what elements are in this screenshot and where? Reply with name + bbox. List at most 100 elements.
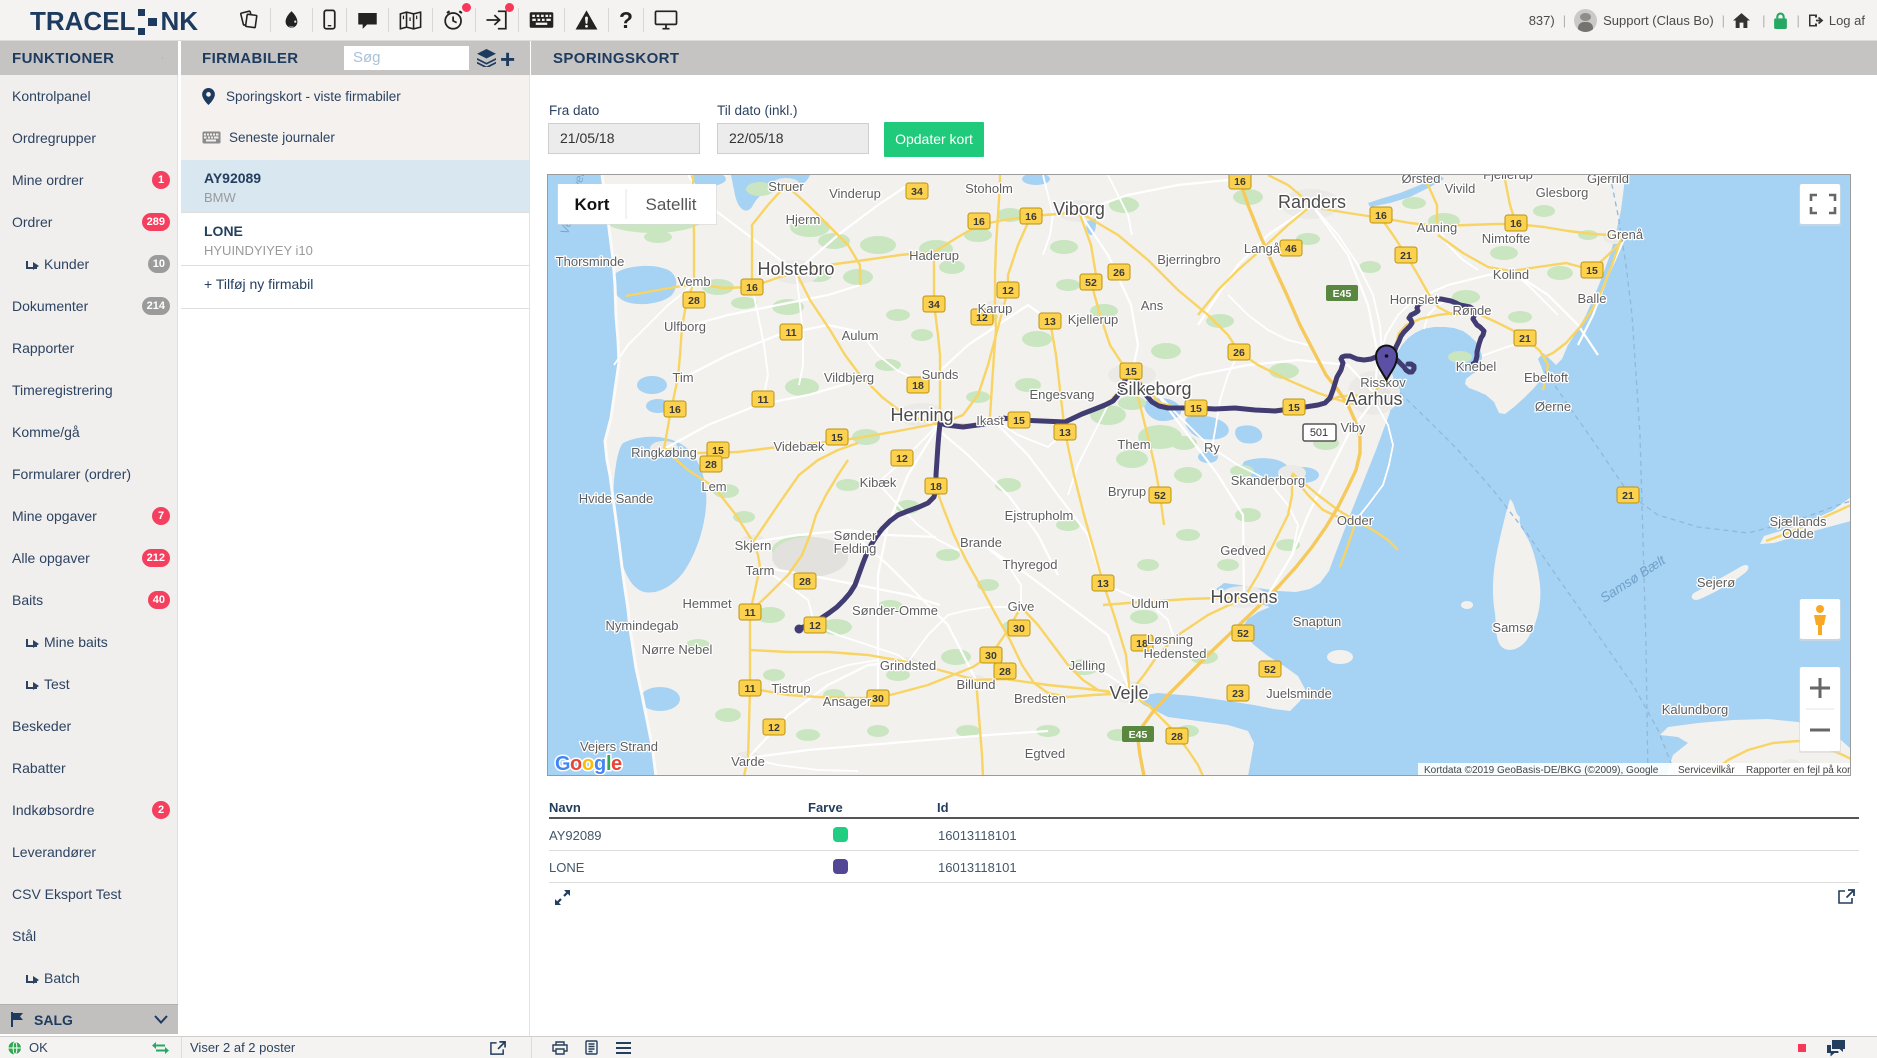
svg-text:Ansager: Ansager (823, 694, 872, 709)
svg-text:12: 12 (1002, 285, 1014, 297)
svg-text:Satellit: Satellit (645, 195, 696, 214)
svg-text:Grindsted: Grindsted (880, 658, 936, 673)
svg-text:16: 16 (746, 282, 758, 294)
svg-text:15: 15 (1190, 403, 1202, 415)
svg-text:Aarhus: Aarhus (1345, 389, 1402, 409)
svg-text:Billund: Billund (956, 677, 995, 692)
svg-text:Odde: Odde (1782, 526, 1814, 541)
svg-text:12: 12 (809, 620, 821, 632)
svg-text:Horsens: Horsens (1210, 587, 1277, 607)
svg-text:16: 16 (1025, 211, 1037, 223)
svg-text:Ry: Ry (1204, 440, 1220, 455)
svg-text:Vejers Strand: Vejers Strand (580, 739, 658, 754)
svg-text:Uldum: Uldum (1131, 596, 1169, 611)
svg-text:28: 28 (999, 666, 1011, 678)
svg-text:11: 11 (757, 394, 768, 406)
svg-text:Ulfborg: Ulfborg (664, 319, 706, 334)
svg-text:G: G (555, 753, 571, 775)
svg-text:Hvide Sande: Hvide Sande (579, 491, 653, 506)
svg-text:16: 16 (669, 404, 681, 416)
svg-text:Felding: Felding (834, 541, 877, 556)
svg-text:15: 15 (1125, 366, 1137, 378)
svg-text:Skanderborg: Skanderborg (1231, 473, 1305, 488)
svg-text:Øerne: Øerne (1535, 399, 1571, 414)
svg-text:Ikast: Ikast (976, 413, 1004, 428)
svg-text:16: 16 (1510, 218, 1522, 230)
svg-text:Kolind: Kolind (1493, 267, 1529, 282)
svg-text:Rønde: Rønde (1452, 303, 1491, 318)
svg-text:21: 21 (1519, 333, 1531, 345)
svg-text:Gjerrild: Gjerrild (1587, 175, 1629, 186)
svg-text:30: 30 (1013, 623, 1025, 635)
svg-text:Hedensted: Hedensted (1144, 646, 1207, 661)
svg-text:Them: Them (1117, 437, 1150, 452)
svg-text:Karup: Karup (978, 301, 1013, 316)
svg-text:15: 15 (1288, 402, 1300, 414)
svg-text:15: 15 (831, 432, 843, 444)
svg-text:Ebeltoft: Ebeltoft (1524, 370, 1568, 385)
svg-text:12: 12 (768, 722, 780, 734)
svg-text:21: 21 (1400, 250, 1412, 262)
svg-text:28: 28 (705, 459, 717, 471)
svg-text:Struer: Struer (768, 179, 804, 194)
svg-text:23: 23 (1232, 688, 1244, 700)
svg-text:30: 30 (872, 693, 884, 705)
svg-text:34: 34 (928, 299, 940, 311)
svg-text:Nørre Nebel: Nørre Nebel (642, 642, 713, 657)
svg-text:Risskov: Risskov (1360, 375, 1406, 390)
svg-text:13: 13 (1059, 427, 1071, 439)
svg-text:16: 16 (1375, 210, 1387, 222)
svg-text:11: 11 (785, 327, 796, 339)
svg-text:Bryrup: Bryrup (1108, 484, 1146, 499)
svg-text:15: 15 (1013, 415, 1025, 427)
svg-text:E45: E45 (1333, 288, 1352, 300)
svg-text:g: g (594, 753, 606, 775)
svg-text:Ringkøbing: Ringkøbing (631, 445, 697, 460)
svg-text:Viborg: Viborg (1053, 199, 1105, 219)
svg-text:Herning: Herning (890, 405, 953, 425)
svg-text:Holstebro: Holstebro (757, 259, 834, 279)
svg-text:Knebel: Knebel (1456, 359, 1497, 374)
svg-text:Tim: Tim (672, 370, 693, 385)
svg-text:Ejstrupholm: Ejstrupholm (1005, 508, 1074, 523)
svg-text:501: 501 (1310, 427, 1328, 439)
svg-text:Kalundborg: Kalundborg (1662, 702, 1729, 717)
svg-text:Kort: Kort (575, 195, 610, 214)
svg-text:Bredsten: Bredsten (1014, 691, 1066, 706)
svg-text:Fjellerup: Fjellerup (1483, 175, 1533, 182)
svg-text:Auning: Auning (1417, 220, 1457, 235)
svg-text:Tarm: Tarm (746, 563, 775, 578)
svg-text:52: 52 (1085, 277, 1097, 289)
svg-text:13: 13 (1097, 578, 1109, 590)
svg-text:o: o (570, 753, 582, 775)
svg-text:Aulum: Aulum (842, 328, 879, 343)
svg-text:Randers: Randers (1278, 192, 1346, 212)
svg-text:Haderup: Haderup (909, 248, 959, 263)
svg-text:E45: E45 (1129, 729, 1148, 741)
svg-text:Vejle: Vejle (1109, 683, 1148, 703)
svg-text:Sønder-Omme: Sønder-Omme (852, 603, 938, 618)
svg-text:Vinderup: Vinderup (829, 186, 881, 201)
svg-text:11: 11 (744, 607, 755, 619)
svg-text:11: 11 (744, 683, 755, 695)
svg-text:Hemmet: Hemmet (682, 596, 732, 611)
svg-text:o: o (582, 753, 594, 775)
svg-text:Odder: Odder (1337, 513, 1374, 528)
svg-text:Vemb: Vemb (677, 274, 710, 289)
svg-text:Balle: Balle (1578, 291, 1607, 306)
svg-text:Thorsminde: Thorsminde (556, 254, 625, 269)
svg-text:Tistrup: Tistrup (771, 681, 810, 696)
svg-text:46: 46 (1285, 243, 1297, 255)
svg-text:Bjerringbro: Bjerringbro (1157, 252, 1221, 267)
svg-text:12: 12 (896, 453, 908, 465)
svg-text:Lem: Lem (701, 479, 726, 494)
svg-text:Hornslet: Hornslet (1390, 292, 1439, 307)
svg-text:Egtved: Egtved (1025, 746, 1065, 761)
svg-text:Ans: Ans (1141, 298, 1164, 313)
svg-text:Jelling: Jelling (1069, 658, 1106, 673)
svg-text:Løsning: Løsning (1147, 632, 1193, 647)
svg-text:30: 30 (985, 650, 997, 662)
svg-text:Glesborg: Glesborg (1536, 185, 1589, 200)
svg-text:Samsø: Samsø (1492, 620, 1533, 635)
svg-text:Brande: Brande (960, 535, 1002, 550)
